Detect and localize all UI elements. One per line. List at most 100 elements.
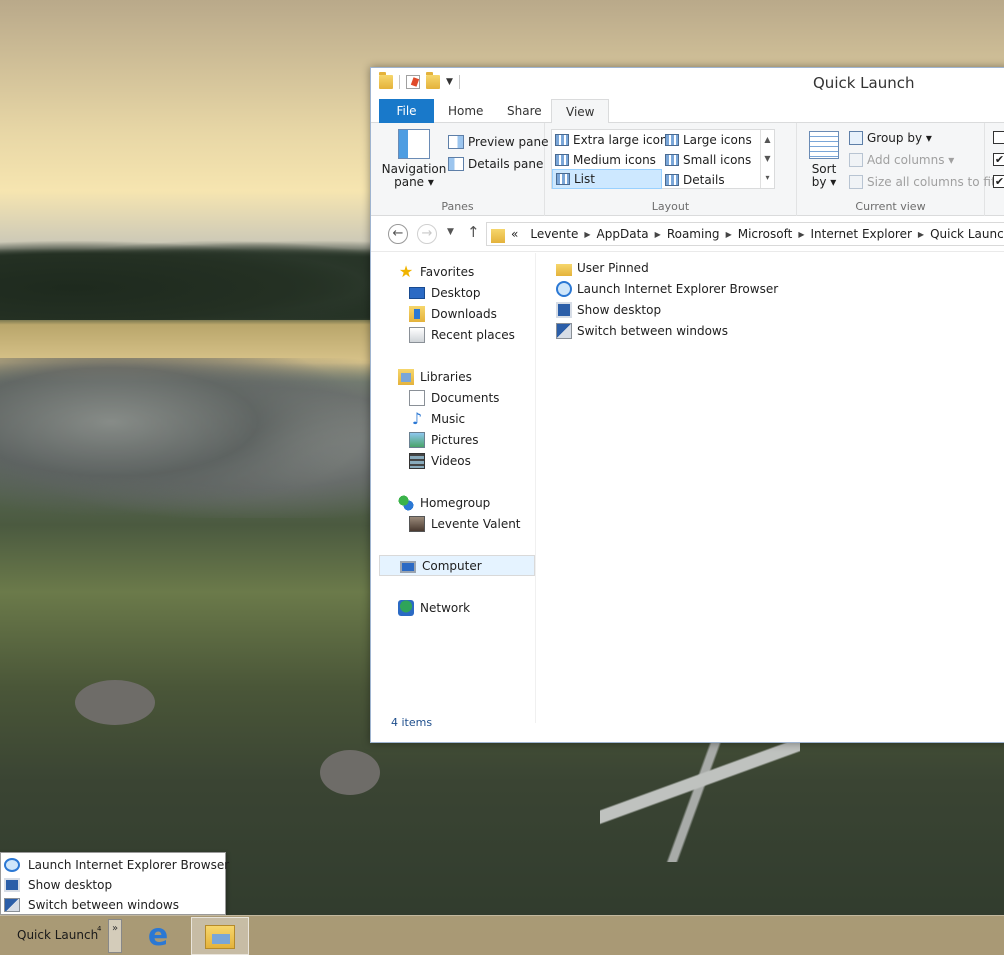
tab-file[interactable]: File <box>379 99 434 123</box>
nav-favorites[interactable]: ★ Favorites <box>398 261 474 282</box>
customize-toolbar-chevron-icon[interactable]: ▼ <box>446 77 453 87</box>
nav-label: Homegroup <box>420 495 491 510</box>
nav-desktop[interactable]: Desktop <box>409 282 481 303</box>
recent-locations-chevron-icon[interactable]: ▼ <box>447 227 454 237</box>
status-item-count: 4 items <box>391 716 433 729</box>
extra-large-icons-icon <box>555 134 569 146</box>
toolbar-separator <box>458 75 460 89</box>
network-icon <box>398 599 414 616</box>
item-check-boxes-checkbox[interactable] <box>993 131 1004 144</box>
menu-item-switch-windows[interactable]: Switch between windows <box>4 895 179 915</box>
menu-item-label: Launch Internet Explorer Browser <box>28 858 230 872</box>
list-item[interactable]: Launch Internet Explorer Browser <box>556 278 778 299</box>
recent-places-icon <box>409 326 425 343</box>
breadcrumb-item[interactable]: Microsoft <box>732 227 799 241</box>
file-name: Switch between windows <box>577 323 728 338</box>
layout-small-icons[interactable]: Small icons <box>662 150 751 170</box>
breadcrumb-item[interactable]: Quick Launch <box>924 227 1004 241</box>
add-columns-button[interactable]: Add columns ▾ <box>849 150 954 170</box>
layout-medium-icons[interactable]: Medium icons <box>552 150 656 170</box>
wallpaper-stone-wall <box>0 358 370 518</box>
quick-launch-more-button[interactable]: » <box>108 919 122 953</box>
nav-user[interactable]: Levente Valent <box>409 513 521 534</box>
file-name-extensions-checkbox[interactable]: ✔ <box>993 153 1004 166</box>
layout-gallery-scroll[interactable]: ▲ ▼ ▾ <box>760 130 774 188</box>
breadcrumb-item[interactable]: AppData <box>591 227 655 241</box>
switch-windows-icon <box>556 322 572 339</box>
hidden-items-checkbox[interactable]: ✔ <box>993 175 1004 188</box>
tab-share[interactable]: Share <box>493 99 556 123</box>
nav-network[interactable]: Network <box>398 597 470 618</box>
tab-view[interactable]: View <box>551 99 610 124</box>
list-item[interactable]: Show desktop <box>556 299 661 320</box>
preview-pane-icon <box>448 135 464 149</box>
folder-icon <box>556 263 572 276</box>
small-icons-icon <box>665 154 679 166</box>
nav-downloads[interactable]: Downloads <box>409 303 497 324</box>
pictures-icon <box>409 431 425 448</box>
nav-label: Favorites <box>420 264 475 279</box>
layout-details[interactable]: Details <box>662 170 725 190</box>
file-list: User Pinned Launch Internet Explorer Bro… <box>551 253 1004 723</box>
menu-item-launch-ie[interactable]: Launch Internet Explorer Browser <box>4 855 229 875</box>
switch-windows-icon <box>4 898 20 912</box>
list-item[interactable]: User Pinned <box>556 257 649 278</box>
breadcrumb-item[interactable]: Levente <box>524 227 584 241</box>
nav-videos[interactable]: Videos <box>409 450 471 471</box>
file-name: Launch Internet Explorer Browser <box>577 281 779 296</box>
file-explorer-taskbar-button[interactable] <box>191 917 249 955</box>
list-item[interactable]: Switch between windows <box>556 320 728 341</box>
group-by-label: Group by ▾ <box>867 131 932 145</box>
layout-item-label: Small icons <box>683 153 752 167</box>
breadcrumb-item[interactable]: Internet Explorer <box>804 227 917 241</box>
sort-by-icon <box>809 131 839 159</box>
quick-launch-toolbar-label[interactable]: Quick Launch <box>17 928 98 942</box>
internet-explorer-icon <box>4 858 20 872</box>
new-folder-icon[interactable] <box>426 72 440 89</box>
breadcrumb[interactable]: « Levente ▶ AppData ▶ Roaming ▶ Microsof… <box>486 222 1004 246</box>
group-by-button[interactable]: Group by ▾ <box>849 128 932 148</box>
nav-libraries[interactable]: Libraries <box>398 366 472 387</box>
nav-computer[interactable]: Computer <box>379 555 535 576</box>
wallpaper-rock <box>320 750 380 795</box>
ribbon-tabs: File Home Share View <box>371 99 1004 124</box>
layout-item-label: Medium icons <box>573 153 656 167</box>
add-columns-label: Add columns ▾ <box>867 153 955 167</box>
menu-item-label: Switch between windows <box>28 898 179 912</box>
details-icon <box>665 174 679 186</box>
nav-recent-places[interactable]: Recent places <box>409 324 515 345</box>
nav-music[interactable]: ♪ Music <box>409 408 465 429</box>
back-button[interactable]: ← <box>388 224 408 244</box>
details-pane-button[interactable]: Details pane <box>448 154 543 174</box>
medium-icons-icon <box>555 154 569 166</box>
desktop-icon <box>409 286 425 299</box>
add-columns-icon <box>849 153 863 167</box>
internet-explorer-taskbar-button[interactable]: e <box>140 920 176 952</box>
toolbar-grip-icon[interactable]: ⁴ <box>97 924 101 937</box>
nav-label: Videos <box>431 453 471 468</box>
music-icon: ♪ <box>411 408 423 428</box>
preview-pane-button[interactable]: Preview pane <box>448 132 548 152</box>
up-button[interactable]: ↑ <box>467 223 480 241</box>
size-all-columns-button[interactable]: Size all columns to fit <box>849 172 996 192</box>
list-icon <box>556 173 570 185</box>
layout-group-label: Layout <box>651 200 690 213</box>
forward-button[interactable]: → <box>417 224 437 244</box>
title-bar: ▼ Quick Launch <box>371 68 1004 99</box>
layout-list[interactable]: List <box>552 169 662 189</box>
breadcrumb-item[interactable]: Roaming <box>661 227 726 241</box>
nav-homegroup[interactable]: Homegroup <box>398 492 490 513</box>
properties-icon[interactable] <box>406 75 420 89</box>
size-all-columns-label: Size all columns to fit <box>867 175 996 189</box>
sort-by-button[interactable]: Sort by ▾ <box>804 131 844 189</box>
layout-large-icons[interactable]: Large icons <box>662 130 752 150</box>
breadcrumb-overflow[interactable]: « <box>505 227 524 241</box>
wallpaper-bench <box>600 742 800 862</box>
menu-item-show-desktop[interactable]: Show desktop <box>4 875 112 895</box>
tab-home[interactable]: Home <box>434 99 497 123</box>
nav-pictures[interactable]: Pictures <box>409 429 479 450</box>
navigation-pane-button[interactable]: Navigation pane ▾ <box>379 129 449 189</box>
layout-extra-large-icons[interactable]: Extra large icons <box>552 130 674 150</box>
nav-documents[interactable]: Documents <box>409 387 499 408</box>
homegroup-icon <box>398 494 414 511</box>
